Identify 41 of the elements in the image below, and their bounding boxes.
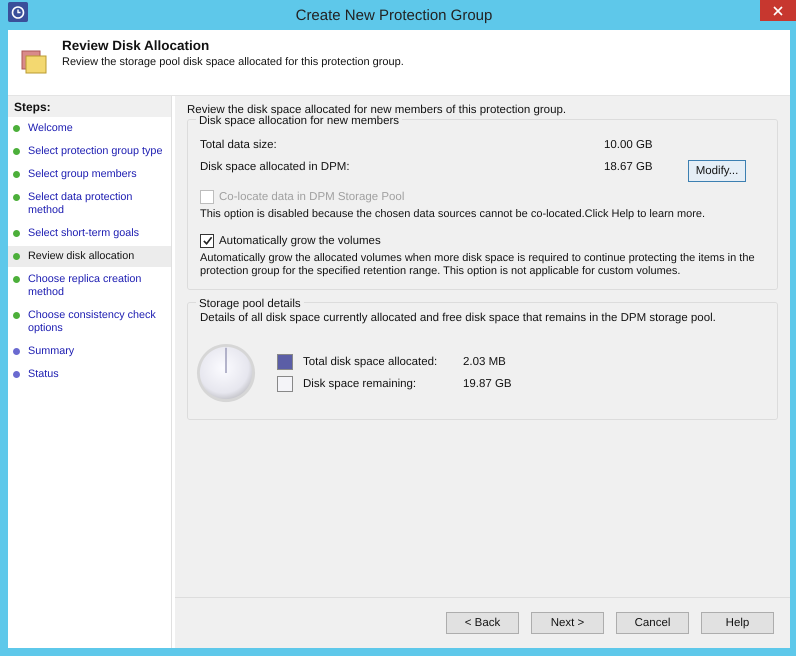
field-value: 10.00 GB [604,139,654,151]
step-item[interactable]: Choose consistency check options [8,305,171,339]
clock-icon [8,2,28,22]
page-title: Review Disk Allocation [62,38,210,53]
legend-value: 2.03 MB [463,356,506,368]
field-label: Disk space allocated in DPM: [200,161,351,173]
checkbox[interactable] [200,234,214,248]
group-legend: Disk space allocation for new members [196,115,402,127]
wizard-button[interactable]: < Back [446,612,519,634]
intro-text: Review the disk space allocated for new members of this protection group. [187,104,568,116]
step-item[interactable]: Review disk allocation [8,246,171,267]
page-subtitle: Review the storage pool disk space allocated for this protection group. [62,56,404,68]
folder-icon [20,48,48,76]
step-item[interactable]: Select group members [8,164,171,185]
legend-value: 19.87 GB [463,378,512,390]
step-item[interactable]: Select short-term goals [8,223,171,244]
wizard-button[interactable]: Cancel [616,612,689,634]
field-value: 18.67 GB [604,161,654,173]
storage-description: Details of all disk space currently allocated and free disk space that remains in the DPM storage pool. [200,312,717,324]
window-title: Create New Protection Group [294,6,494,24]
modify-button[interactable]: Modify... [688,160,746,182]
group-legend: Storage pool details [196,298,304,310]
checkbox-label: Co-locate data in DPM Storage Pool [219,191,404,203]
pie-drawing [195,342,257,404]
option-note: This option is disabled because the chosen data sources cannot be co-located.Click Help to learn more. [200,208,706,222]
step-item[interactable]: Welcome [8,118,171,139]
step-item[interactable]: Status [8,364,171,385]
checkbox-label: Automatically grow the volumes [219,234,381,246]
wizard-button[interactable]: Help [701,612,774,634]
field-label: Total data size: [200,139,278,151]
steps-heading: Steps: [8,96,171,117]
step-item[interactable]: Summary [8,341,171,362]
step-item[interactable]: Choose replica creation method [8,269,171,303]
wizard-button[interactable]: Next > [531,612,604,634]
legend-label: Disk space remaining: [303,378,418,390]
close-button[interactable] [760,0,796,21]
step-item[interactable]: Select data protection method [8,187,171,221]
close-icon [773,6,783,16]
step-item[interactable]: Select protection group type [8,141,171,162]
legend-label: Total disk space allocated: [303,356,438,368]
option-note: Automatically grow the allocated volumes when more disk space is required to continue protecting the items in the protection group for the specified retention range. This option is not applicable for custom volumes. [200,252,756,278]
